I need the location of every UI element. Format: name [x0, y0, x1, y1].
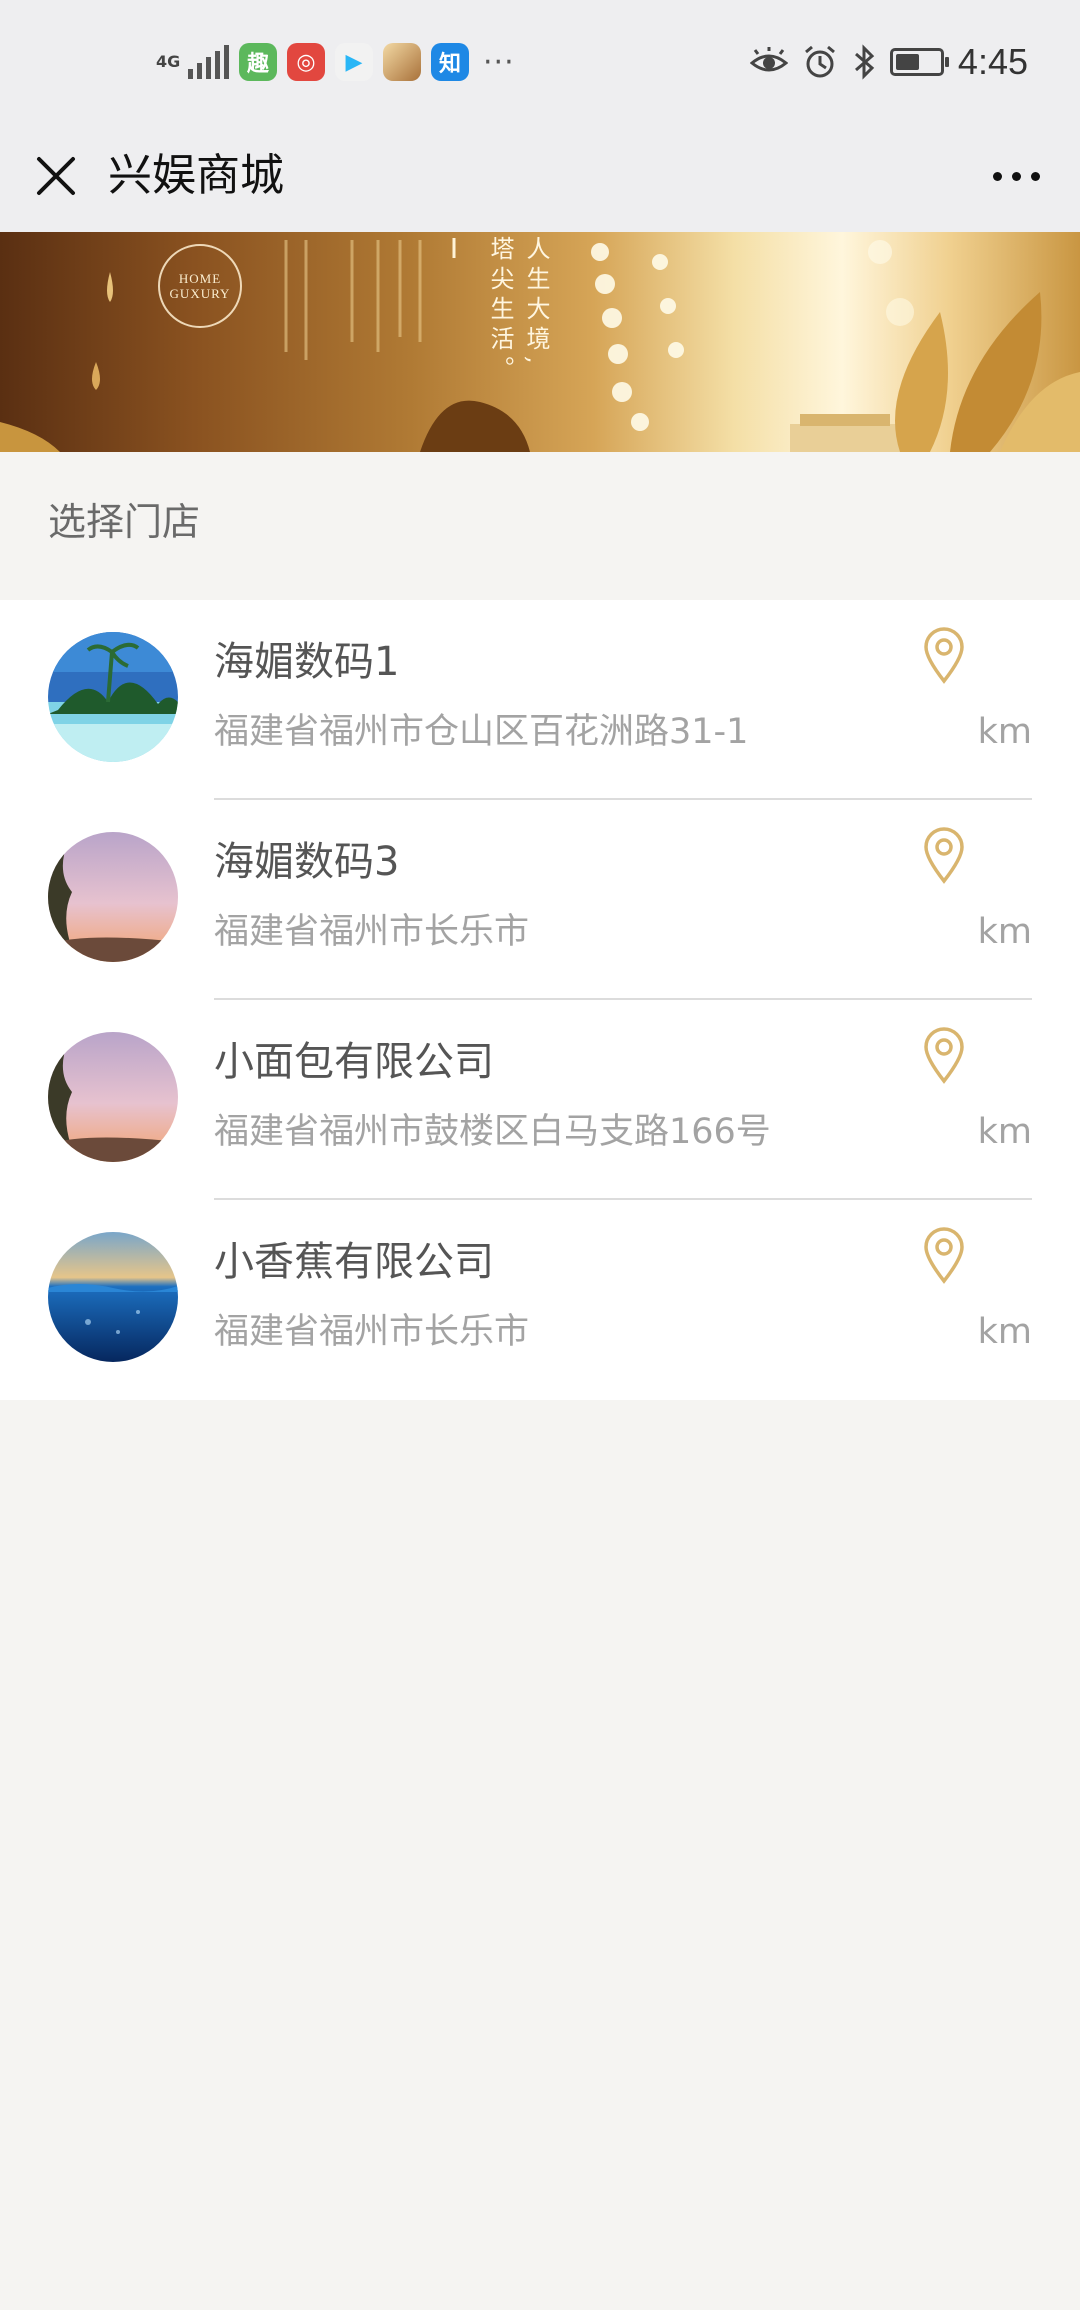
store-name: 小面包有限公司: [214, 1039, 494, 1085]
more-notifications-icon: ···: [483, 44, 515, 80]
banner-logo: HOME GUXURY: [158, 244, 242, 328]
dot-icon: [1030, 171, 1040, 181]
location-pin-icon[interactable]: [922, 626, 966, 684]
store-list-item[interactable]: 小香蕉有限公司 福建省福州市长乐市 km: [0, 1200, 1080, 1400]
store-list-item[interactable]: 海媚数码3 福建省福州市长乐市 km: [0, 800, 1080, 1000]
more-options-button[interactable]: [982, 142, 1050, 210]
bluetooth-icon: [854, 44, 875, 80]
promo-banner[interactable]: HOME GUXURY 人生大境,塔尖生活。: [0, 232, 1080, 452]
distance-unit: km: [977, 1312, 1032, 1352]
signal-icon: [188, 45, 229, 79]
status-right: 4:45: [749, 36, 1028, 88]
location-pin-icon[interactable]: [922, 826, 966, 884]
close-icon: [37, 157, 75, 195]
store-thumbnail: [48, 1232, 178, 1362]
store-distance: km: [974, 1304, 1032, 1360]
distance-unit: km: [977, 1112, 1032, 1152]
title-bar: 兴娱商城: [0, 120, 1080, 232]
distance-unit: km: [977, 912, 1032, 952]
battery-icon: [889, 48, 949, 76]
alarm-icon: [804, 45, 835, 78]
game-app-icon: [383, 43, 421, 81]
store-thumbnail: [48, 832, 178, 962]
video-play-app-icon: ▶: [335, 43, 373, 81]
store-distance: km: [974, 704, 1032, 760]
distance-unit: km: [977, 712, 1032, 752]
store-list: 海媚数码1 福建省福州市仓山区百花洲路31-1 km 海媚数码3 福建省福州市长…: [0, 600, 1080, 1400]
netease-music-app-icon: ◎: [287, 43, 325, 81]
zhihu-app-icon: 知: [431, 43, 469, 81]
store-address: 福建省福州市长乐市: [214, 912, 530, 952]
location-pin-icon[interactable]: [922, 1226, 966, 1284]
store-thumbnail: [48, 1032, 178, 1162]
store-name: 海媚数码1: [214, 639, 400, 685]
store-list-item[interactable]: 海媚数码1 福建省福州市仓山区百花洲路31-1 km: [0, 600, 1080, 800]
eye-comfort-icon: [749, 47, 788, 72]
dot-icon: [992, 171, 1002, 181]
notification-app-icons: 趣 ◎ ▶ 知: [239, 43, 469, 81]
store-address: 福建省福州市鼓楼区白马支路166号: [214, 1112, 771, 1152]
store-name: 小香蕉有限公司: [214, 1239, 494, 1285]
section-title: 选择门店: [48, 500, 201, 544]
status-left: 4G 趣 ◎ ▶ 知 ···: [156, 36, 515, 88]
banner-slogan: 人生大境,塔尖生活。: [486, 236, 550, 386]
qutoutiao-app-icon: 趣: [239, 43, 277, 81]
status-bar: 4G 趣 ◎ ▶ 知 ··· 4:45: [0, 0, 1080, 120]
logo-line2: GUXURY: [169, 286, 231, 301]
store-distance: km: [974, 904, 1032, 960]
store-name: 海媚数码3: [214, 839, 400, 885]
dot-icon: [1011, 171, 1021, 181]
page-title: 兴娱商城: [108, 150, 284, 201]
status-time: 4:45: [957, 41, 1028, 82]
store-distance: km: [974, 1104, 1032, 1160]
store-thumbnail: [48, 632, 178, 762]
store-address: 福建省福州市仓山区百花洲路31-1: [214, 712, 749, 752]
store-list-item[interactable]: 小面包有限公司 福建省福州市鼓楼区白马支路166号 km: [0, 1000, 1080, 1200]
store-address: 福建省福州市长乐市: [214, 1312, 530, 1352]
location-pin-icon[interactable]: [922, 1026, 966, 1084]
close-button[interactable]: [22, 142, 90, 210]
network-type: 4G: [156, 52, 181, 71]
logo-line1: HOME: [178, 271, 222, 286]
